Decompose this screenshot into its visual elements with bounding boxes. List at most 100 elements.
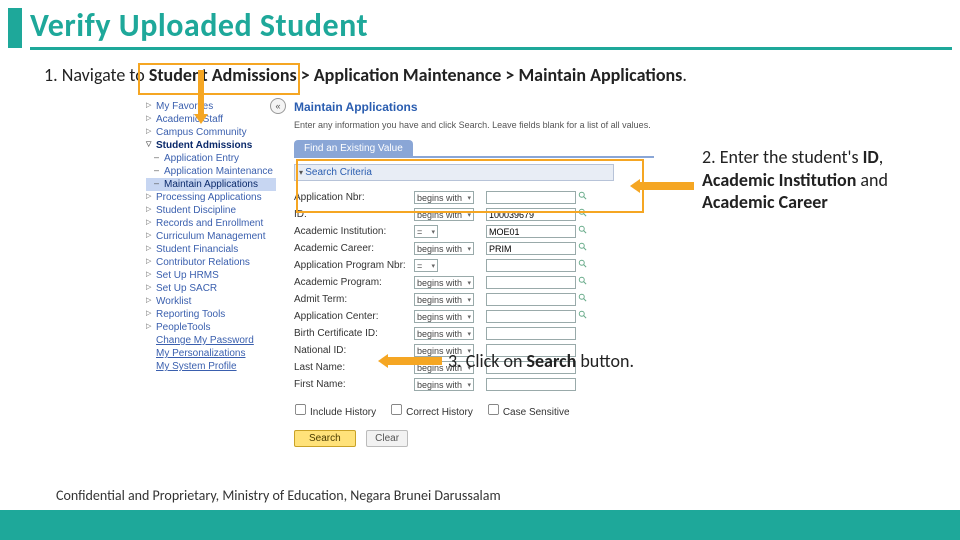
operator-select[interactable]: begins with▾ — [414, 378, 486, 391]
field-input[interactable] — [486, 208, 576, 221]
step1-suffix: . — [682, 64, 687, 86]
include-history-check[interactable]: Include History — [294, 403, 376, 418]
nav-student-financials[interactable]: Student Financials — [146, 243, 276, 256]
chevron-down-icon: ▾ — [467, 296, 471, 304]
chevron-down-icon: ▾ — [467, 245, 471, 253]
nav-my-personalizations[interactable]: My Personalizations — [146, 347, 276, 360]
field-label: Academic Program: — [294, 277, 414, 288]
search-row: ID:begins with▾ — [294, 206, 634, 223]
field-input[interactable] — [486, 293, 576, 306]
operator-select[interactable]: begins with▾ — [414, 276, 486, 289]
nav-peopletools[interactable]: PeopleTools — [146, 321, 276, 334]
search-row: Academic Institution:=▾ — [294, 223, 634, 240]
field-label: Application Nbr: — [294, 192, 414, 203]
lookup-icon[interactable] — [578, 242, 588, 252]
nav-setup-hrms[interactable]: Set Up HRMS — [146, 269, 276, 282]
search-criteria-header[interactable]: Search Criteria — [294, 164, 614, 181]
screenshot-region: « My Favorites Academic Staff Campus Com… — [146, 100, 666, 510]
left-nav: « My Favorites Academic Staff Campus Com… — [146, 100, 276, 373]
nav-student-admissions[interactable]: Student Admissions — [146, 139, 276, 152]
lookup-icon[interactable] — [578, 225, 588, 235]
nav-application-entry[interactable]: Application Entry — [146, 152, 276, 165]
title-accent — [8, 8, 22, 48]
nav-change-password[interactable]: Change My Password — [146, 334, 276, 347]
step1-path: Student Admissions > Application Mainten… — [149, 64, 683, 86]
case-sensitive-label: Case Sensitive — [503, 407, 570, 418]
chevron-down-icon: ▾ — [431, 228, 435, 236]
nav-curriculum-management[interactable]: Curriculum Management — [146, 230, 276, 243]
step3-pre: 3. Click on — [448, 350, 526, 372]
step2-career: Academic Career — [702, 191, 828, 213]
lookup-icon[interactable] — [578, 259, 588, 269]
field-label: Birth Certificate ID: — [294, 328, 414, 339]
operator-select[interactable]: begins with▾ — [414, 327, 486, 340]
lookup-icon[interactable] — [578, 310, 588, 320]
title-bar: Verify Uploaded Student — [8, 6, 952, 50]
search-row: First Name:begins with▾ — [294, 376, 634, 393]
operator-select[interactable]: begins with▾ — [414, 208, 486, 221]
operator-select[interactable]: =▾ — [414, 225, 486, 238]
lookup-icon[interactable] — [578, 293, 588, 303]
step2-and: and — [856, 169, 888, 191]
chevron-down-icon: ▾ — [467, 194, 471, 202]
field-input[interactable] — [486, 327, 576, 340]
chevron-down-icon: ▾ — [467, 211, 471, 219]
step2-comma: , — [879, 146, 884, 168]
nav-records-enrollment[interactable]: Records and Enrollment — [146, 217, 276, 230]
chevron-down-icon: ▾ — [467, 381, 471, 389]
search-row: Academic Program:begins with▾ — [294, 274, 634, 291]
operator-select[interactable]: begins with▾ — [414, 310, 486, 323]
nav-processing-applications[interactable]: Processing Applications — [146, 191, 276, 204]
clear-button[interactable]: Clear — [366, 430, 408, 447]
operator-select[interactable]: begins with▾ — [414, 293, 486, 306]
nav-my-favorites[interactable]: My Favorites — [146, 100, 276, 113]
field-input[interactable] — [486, 378, 576, 391]
nav-contributor-relations[interactable]: Contributor Relations — [146, 256, 276, 269]
nav-maintain-applications[interactable]: Maintain Applications — [146, 178, 276, 191]
operator-select[interactable]: begins with▾ — [414, 191, 486, 204]
operator-select[interactable]: =▾ — [414, 259, 486, 272]
nav-setup-sacr[interactable]: Set Up SACR — [146, 282, 276, 295]
page-title: Verify Uploaded Student — [30, 6, 368, 45]
nav-reporting-tools[interactable]: Reporting Tools — [146, 308, 276, 321]
search-button[interactable]: Search — [294, 430, 356, 447]
tab-find-existing[interactable]: Find an Existing Value — [294, 140, 413, 157]
case-sensitive-check[interactable]: Case Sensitive — [487, 403, 570, 418]
field-label: Admit Term: — [294, 294, 414, 305]
nav-worklist[interactable]: Worklist — [146, 295, 276, 308]
title-underline — [30, 47, 952, 50]
nav-campus-community[interactable]: Campus Community — [146, 126, 276, 139]
chevron-down-icon: ▾ — [467, 330, 471, 338]
lookup-icon[interactable] — [578, 208, 588, 218]
step2-text: 2. Enter the student's ID, Academic Inst… — [702, 146, 932, 214]
field-input[interactable] — [486, 259, 576, 272]
field-label: National ID: — [294, 345, 414, 356]
nav-my-system-profile[interactable]: My System Profile — [146, 360, 276, 373]
correct-history-check[interactable]: Correct History — [390, 403, 473, 418]
nav-application-maintenance[interactable]: Application Maintenance — [146, 165, 276, 178]
step3-text: 3. Click on Search button. — [448, 350, 634, 372]
field-input[interactable] — [486, 242, 576, 255]
chevron-down-icon: ▾ — [431, 262, 435, 270]
search-row: Application Nbr:begins with▾ — [294, 189, 634, 206]
lookup-icon[interactable] — [578, 191, 588, 201]
field-input[interactable] — [486, 225, 576, 238]
footer-text: Confidential and Proprietary, Ministry o… — [56, 487, 501, 504]
field-input[interactable] — [486, 191, 576, 204]
step3-search: Search — [526, 350, 576, 372]
search-options: Include History Correct History Case Sen… — [294, 403, 654, 418]
search-row: Birth Certificate ID:begins with▾ — [294, 325, 634, 342]
nav-academic-staff[interactable]: Academic Staff — [146, 113, 276, 126]
nav-student-discipline[interactable]: Student Discipline — [146, 204, 276, 217]
operator-select[interactable]: begins with▾ — [414, 242, 486, 255]
search-row: Academic Career:begins with▾ — [294, 240, 634, 257]
field-input[interactable] — [486, 310, 576, 323]
field-label: Academic Institution: — [294, 226, 414, 237]
field-label: Academic Career: — [294, 243, 414, 254]
step1-prefix: 1. Navigate to — [44, 64, 149, 86]
lookup-icon[interactable] — [578, 276, 588, 286]
include-history-label: Include History — [310, 407, 376, 418]
step1-text: 1. Navigate to Student Admissions > Appl… — [44, 64, 960, 86]
panel-title: Maintain Applications — [294, 100, 654, 114]
field-input[interactable] — [486, 276, 576, 289]
